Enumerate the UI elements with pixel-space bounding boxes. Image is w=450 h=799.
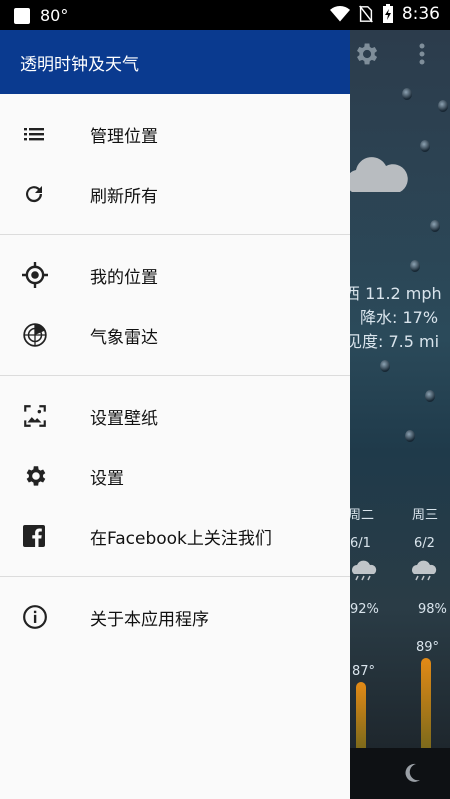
my-location-icon: [22, 262, 48, 288]
menu-label: 关于本应用程序: [90, 609, 209, 630]
bottom-strip: [350, 748, 450, 799]
rain-cloud-icon: [352, 560, 377, 581]
day-name: 周三: [412, 508, 439, 523]
humidity-text: 92%: [350, 602, 379, 617]
menu-item-manage-locations[interactable]: 管理位置: [0, 104, 350, 164]
weather-background: 西 11.2 mph 降水: 17% 见度: 7.5 mi 周二 周三 6/1 …: [350, 30, 450, 799]
menu-item-my-location[interactable]: 我的位置: [0, 245, 350, 305]
menu-label: 在Facebook上关注我们: [90, 528, 272, 549]
day-date: 6/2: [414, 536, 435, 551]
rain-cloud-icon: [412, 560, 437, 581]
wifi-icon: [329, 6, 350, 22]
menu-group: 我的位置 气象雷达: [0, 235, 350, 376]
wind-text: 西 11.2 mph: [350, 284, 442, 303]
menu-label: 气象雷达: [90, 327, 158, 348]
more-icon[interactable]: [418, 42, 426, 66]
temp-bar: [421, 658, 431, 748]
menu-item-facebook[interactable]: 在Facebook上关注我们: [0, 506, 350, 566]
info-icon: [23, 605, 47, 629]
menu-item-set-wallpaper[interactable]: 设置壁纸: [0, 386, 350, 446]
moon-icon: [405, 763, 420, 782]
menu-group: 设置壁纸 设置 在Facebook上关注我们: [0, 376, 350, 577]
precipitation-text: 降水: 17%: [360, 308, 439, 327]
notification-icon: [14, 7, 30, 24]
radar-icon: [23, 323, 47, 347]
day-date: 6/1: [350, 536, 371, 551]
wallpaper-icon: [24, 405, 46, 427]
facebook-icon: [23, 525, 45, 547]
menu-item-about[interactable]: 关于本应用程序: [0, 587, 350, 647]
menu-label: 刷新所有: [90, 186, 158, 207]
humidity-text: 98%: [418, 602, 447, 617]
menu-label: 管理位置: [90, 126, 158, 147]
status-temperature: 80°: [40, 6, 69, 25]
menu-label: 设置: [90, 468, 124, 489]
gear-icon: [26, 466, 46, 486]
app-title: 透明时钟及天气: [20, 54, 139, 75]
day-name: 周二: [350, 508, 375, 523]
menu-item-refresh-all[interactable]: 刷新所有: [0, 164, 350, 224]
menu-label: 我的位置: [90, 267, 158, 288]
list-icon: [24, 128, 44, 141]
menu-label: 设置壁纸: [90, 408, 158, 429]
drawer-header: 透明时钟及天气: [0, 30, 350, 94]
battery-charging-icon: [382, 4, 393, 23]
menu-group: 管理位置 刷新所有: [0, 94, 350, 235]
menu-group: 关于本应用程序: [0, 577, 350, 657]
menu-item-weather-radar[interactable]: 气象雷达: [0, 305, 350, 365]
status-bar: 80° 8:36: [0, 0, 450, 30]
high-temp: 87°: [352, 664, 376, 679]
high-temp: 89°: [416, 640, 440, 655]
navigation-drawer: 透明时钟及天气 管理位置 刷新所有 我的位置 气象雷达 设置壁纸 设置 在Fac…: [0, 30, 350, 799]
menu-item-settings[interactable]: 设置: [0, 446, 350, 506]
gear-icon[interactable]: [352, 40, 380, 68]
temp-bar: [356, 682, 366, 748]
visibility-text: 见度: 7.5 mi: [350, 332, 440, 351]
cloud-icon: [350, 157, 408, 192]
refresh-icon: [26, 186, 43, 203]
no-sim-icon: [358, 5, 373, 23]
status-time: 8:36: [401, 4, 440, 24]
